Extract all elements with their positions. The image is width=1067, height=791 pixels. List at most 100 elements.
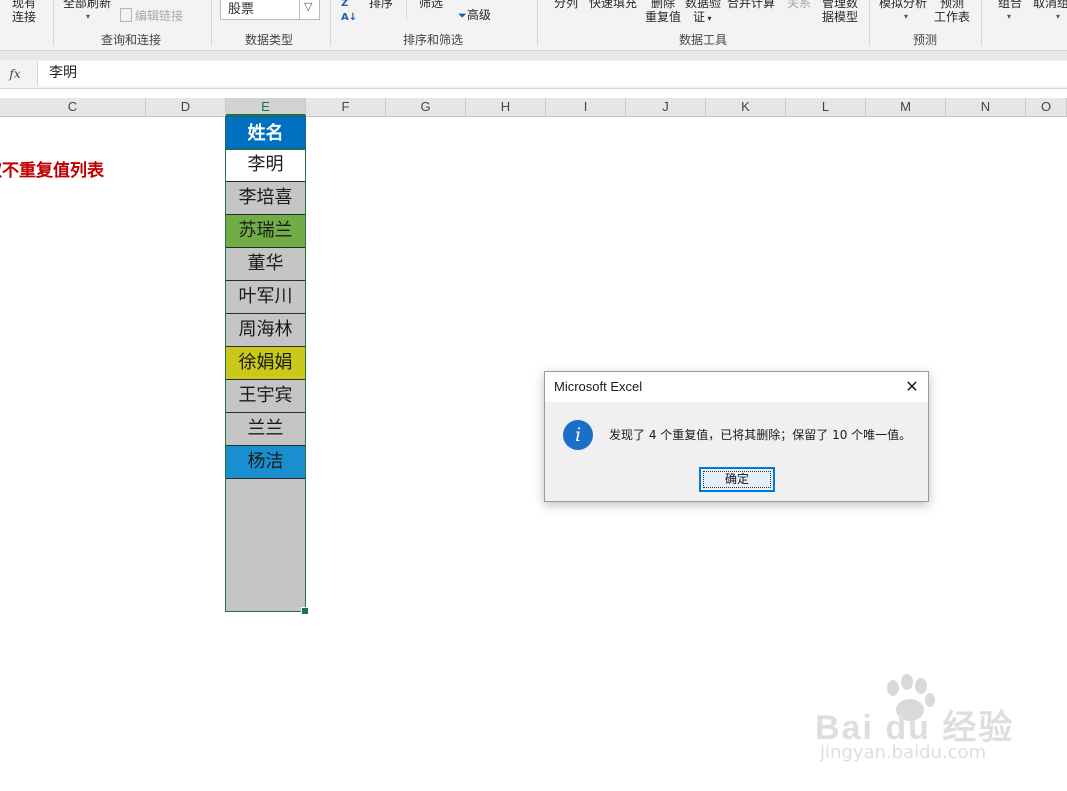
column-headers: C D E F G H I J K L M N O [0,98,1067,117]
ribbon-separator [981,0,982,46]
remove-duplicates-button[interactable]: 删除 重复值 [645,0,681,24]
name-cell[interactable]: 兰兰 [225,413,306,446]
column-header-g[interactable]: G [386,98,466,116]
chevron-down-icon: ▾ [1007,12,1012,21]
flash-fill-button[interactable]: 快速填充 [589,0,637,10]
ribbon-separator [53,0,54,46]
text-to-columns-button[interactable]: 分列 [554,0,578,10]
fill-handle[interactable] [301,607,309,615]
ungroup-label: 取消组 [1033,0,1067,10]
column-header-n[interactable]: N [946,98,1026,116]
group-label-forecast: 预测 [913,33,938,47]
relationships-label: 关系 [787,0,812,10]
chevron-down-icon: ▽ [304,0,313,13]
ok-button-label: 确定 [724,472,749,486]
text-to-columns-label: 分列 [554,0,579,10]
edit-links-label: 编辑链接 [135,9,184,23]
manage-data-model-label-1: 管理数 [822,0,859,10]
group-label-queries: 查询和连接 [101,33,162,47]
column-header-k[interactable]: K [706,98,786,116]
watermark-url: jingyan.baidu.com [820,742,987,763]
data-validation-button[interactable]: 数据验 证 ▾ [685,0,721,26]
filter-funnel-icon: ⏷ [458,9,467,22]
sort-button[interactable]: 排序 [369,0,393,10]
filter-label: 筛选 [419,0,444,10]
column-header-h[interactable]: H [466,98,546,116]
name-cell[interactable]: 苏瑞兰 [225,215,306,248]
fx-icon[interactable]: fx [0,60,30,88]
consolidate-button[interactable]: 合并计算 [727,0,775,10]
datatype-value: 股票 [228,2,255,17]
existing-connections-button[interactable]: 现有 连接 [12,0,36,24]
relationships-button[interactable]: 关系 [787,0,811,10]
name-header-cell[interactable]: 姓名 [225,116,306,149]
ribbon-separator [406,0,407,20]
column-header-o[interactable]: O [1026,98,1067,116]
baidu-paw-logo [887,674,935,721]
remove-duplicates-label-2: 重复值 [645,10,682,24]
document-link-icon [120,8,132,22]
filter-button[interactable]: 筛选 [419,0,443,10]
ok-button[interactable]: 确定 [699,467,775,492]
advanced-filter-button[interactable]: ⏷高级 [458,8,491,23]
sheet-title[interactable]: 取不重复值列表 [0,156,104,181]
close-icon[interactable]: ✕ [898,374,926,400]
sort-za-icon[interactable]: Z A↓ [341,0,357,25]
name-cell[interactable]: 董华 [225,248,306,281]
forecast-sheet-label-1: 预测 [940,0,965,10]
column-header-l[interactable]: L [786,98,866,116]
name-cell[interactable]: 叶军川 [225,281,306,314]
dialog-message: 发现了 4 个重复值，已将其删除；保留了 10 个唯一值。 [609,428,912,442]
ribbon-separator [869,0,870,46]
ribbon: 现有 连接 全部刷新 ▾ 编辑链接 查询和连接 股票 ▽ 数据类型 Z A↓ 排序… [0,0,1067,51]
name-cell[interactable]: 周海林 [225,314,306,347]
baidu-watermark: Bai du 经验 jingyan.baidu.com [815,670,1025,770]
name-cell[interactable]: 徐娟娟 [225,347,306,380]
datatype-select[interactable]: 股票 ▽ [220,0,320,20]
group-label-sort-filter: 排序和筛选 [403,33,464,47]
ribbon-separator [537,0,538,46]
name-cell[interactable]: 李明 [225,149,306,182]
column-header-m[interactable]: M [866,98,946,116]
dialog-titlebar[interactable]: Microsoft Excel ✕ [545,372,928,402]
group-label: 组合 [998,0,1023,10]
what-if-label: 模拟分析 [879,0,928,10]
forecast-sheet-button[interactable]: 预测 工作表 [934,0,970,24]
chevron-down-icon: ▾ [86,12,91,21]
column-header-f[interactable]: F [306,98,386,116]
group-button[interactable]: 组合 [998,0,1022,10]
chevron-down-icon: ▾ [705,14,712,23]
consolidate-label: 合并计算 [727,0,776,10]
manage-data-model-label-2: 据模型 [822,10,859,24]
empty-selected-cells[interactable] [225,479,306,612]
refresh-all-button[interactable]: 全部刷新 [63,0,111,10]
manage-data-model-button[interactable]: 管理数 据模型 [822,0,858,24]
group-label-data-tools: 数据工具 [679,33,728,47]
data-validation-label-2: 证 [693,10,706,24]
column-header-e[interactable]: E [226,98,306,116]
ribbon-separator [330,0,331,46]
name-cell[interactable]: 李培喜 [225,182,306,215]
advanced-label: 高级 [466,8,491,22]
group-label-datatypes: 数据类型 [245,33,294,47]
sort-label: 排序 [369,0,394,10]
ribbon-gap [0,51,1067,60]
ribbon-separator [211,0,212,46]
what-if-analysis-button[interactable]: 模拟分析 [879,0,927,10]
column-header-d[interactable]: D [146,98,226,116]
name-cell[interactable]: 杨洁 [225,446,306,479]
existing-connections-label-1: 现有 [12,0,37,10]
datatype-dropdown-button[interactable]: ▽ [299,0,319,19]
chevron-down-icon: ▾ [904,12,909,21]
column-header-i[interactable]: I [546,98,626,116]
formula-input[interactable]: 李明 [37,61,1067,86]
column-header-c[interactable]: C [0,98,146,116]
refresh-all-label: 全部刷新 [63,0,112,10]
name-cell[interactable]: 王宇宾 [225,380,306,413]
column-header-j[interactable]: J [626,98,706,116]
watermark-brand: Bai du 经验 [815,709,1015,747]
flash-fill-label: 快速填充 [589,0,638,10]
edit-links-button[interactable]: 编辑链接 [120,8,183,23]
chevron-down-icon: ▾ [1056,12,1061,21]
ungroup-button[interactable]: 取消组 [1033,0,1067,10]
